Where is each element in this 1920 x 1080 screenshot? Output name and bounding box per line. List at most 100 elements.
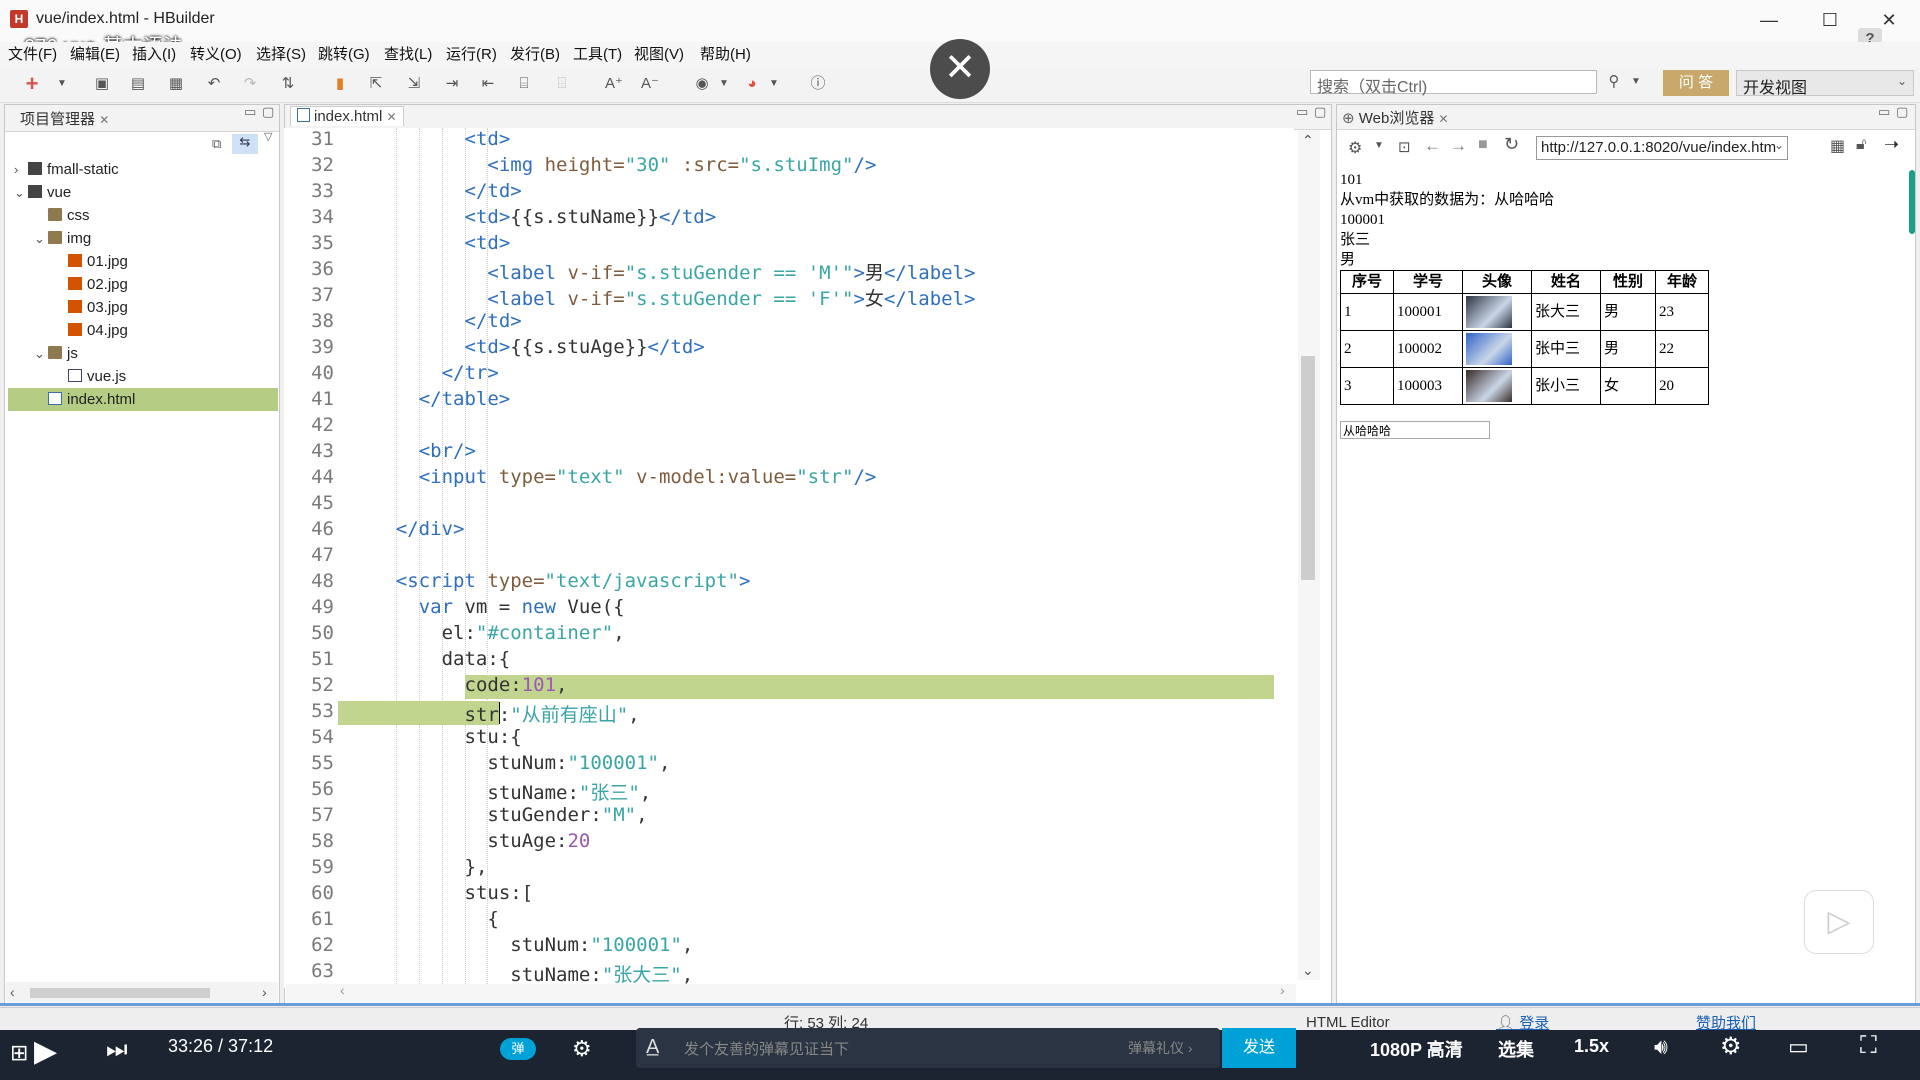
scroll-right-icon[interactable]: › <box>1280 982 1285 998</box>
chevron-down-icon[interactable]: ▼ <box>764 74 784 94</box>
indent-icon[interactable]: ⇥ <box>442 74 462 94</box>
tab-index-html[interactable]: index.html ✕ <box>290 106 404 126</box>
settings-icon[interactable]: ⚙ <box>1348 138 1362 158</box>
text-input[interactable]: 从哈哈哈 <box>1340 421 1490 439</box>
tree-item[interactable]: css <box>8 204 278 227</box>
collapse-all-icon[interactable]: ⧉ <box>212 136 221 152</box>
code-editor[interactable]: 31 <td> 32 <img height="30" :src="s.stuImg"… <box>284 128 1294 988</box>
scroll-thumb[interactable] <box>1301 356 1315 580</box>
panel-maximize-icon[interactable]: ▢ <box>1896 104 1908 120</box>
panel-minimize-icon[interactable]: ▭ <box>1296 104 1308 120</box>
panel-maximize-icon[interactable]: ▢ <box>262 104 274 120</box>
tree-item[interactable]: index.html <box>8 388 278 411</box>
close-tab-icon[interactable]: ✕ <box>99 113 109 127</box>
save-icon[interactable]: ▣ <box>92 74 112 94</box>
maximize-button[interactable]: ☐ <box>1817 8 1843 32</box>
tree-toggle-icon[interactable]: › <box>14 158 28 181</box>
scroll-down-icon[interactable]: ⌄ <box>1302 962 1314 979</box>
close-tab-icon[interactable]: ✕ <box>1439 112 1449 126</box>
import-icon[interactable]: ⇲ <box>404 74 424 94</box>
redo-icon[interactable]: ↷ <box>240 74 260 94</box>
menu-item[interactable]: 转义(O) <box>190 43 242 64</box>
refresh-icon[interactable]: ↻ <box>1504 134 1519 155</box>
menu-item[interactable]: 工具(T) <box>573 43 622 64</box>
go-icon[interactable]: ➝ <box>1884 134 1899 155</box>
picture-in-picture-icon[interactable]: ▭ <box>1788 1034 1809 1060</box>
view-select[interactable]: 开发视图 ⌄ <box>1736 70 1914 97</box>
menu-item[interactable]: 文件(F) <box>8 43 57 64</box>
tree-item[interactable]: › fmall-static <box>8 158 278 181</box>
danmaku-etiquette-link[interactable]: 弹幕礼仪 › <box>1128 1038 1193 1058</box>
panel-minimize-icon[interactable]: ▭ <box>244 104 256 120</box>
play-icon[interactable]: ▶ <box>34 1034 57 1069</box>
quality-button[interactable]: 1080P 高清 <box>1370 1036 1463 1062</box>
lock-icon[interactable]: 🔓︎ <box>1856 136 1866 154</box>
tree-toggle-icon[interactable]: ⌄ <box>34 227 48 250</box>
send-button[interactable]: 发送 <box>1222 1028 1296 1068</box>
search-input[interactable]: 搜索（双击Ctrl) <box>1310 70 1597 96</box>
menu-item[interactable]: 查找(L) <box>384 43 432 64</box>
export-icon[interactable]: ⇱ <box>366 74 386 94</box>
new-file-icon[interactable]: + <box>22 73 42 95</box>
menu-item[interactable]: 插入(I) <box>132 43 176 64</box>
tree-item[interactable]: 04.jpg <box>8 319 278 342</box>
chevron-down-icon[interactable]: ▼ <box>52 74 72 94</box>
browser-icon[interactable]: ◕ <box>742 74 762 94</box>
editor-horizontal-scrollbar[interactable] <box>286 984 1296 1002</box>
tree-item[interactable]: 01.jpg <box>8 250 278 273</box>
scroll-left-icon[interactable]: ‹ <box>340 982 345 998</box>
menu-item[interactable]: 编辑(E) <box>70 43 120 64</box>
episodes-button[interactable]: 选集 <box>1498 1036 1534 1062</box>
stop-icon[interactable]: ■ <box>1478 136 1488 154</box>
text-style-icon[interactable]: A̲ <box>646 1036 659 1059</box>
menu-item[interactable]: 视图(V) <box>634 43 684 64</box>
link-editor-icon[interactable]: ⇆ <box>232 134 258 154</box>
floating-play-icon[interactable]: ▷ <box>1804 890 1874 954</box>
tree-item[interactable]: ⌄ js <box>8 342 278 365</box>
minimize-button[interactable]: — <box>1756 8 1782 32</box>
save-copy-icon[interactable]: ▦ <box>166 74 186 94</box>
chevron-down-icon[interactable]: ▽ <box>264 130 272 143</box>
tree-item[interactable]: vue.js <box>8 365 278 388</box>
font-larger-icon[interactable]: A⁺ <box>604 74 624 94</box>
panel-minimize-icon[interactable]: ▭ <box>1878 104 1890 120</box>
comment-icon[interactable]: ⌸ <box>514 74 534 94</box>
save-all-icon[interactable]: ▤ <box>128 74 148 94</box>
qrcode-icon[interactable]: ▦ <box>1830 136 1845 156</box>
uncomment-icon[interactable]: ⌹ <box>552 74 572 94</box>
tab-web-browser[interactable]: ⊕ Web浏览器 ✕ <box>1342 107 1449 128</box>
outdent-icon[interactable]: ⇤ <box>478 74 498 94</box>
chevron-down-icon[interactable]: ▼ <box>1374 140 1384 151</box>
search-icon[interactable]: ⚲ <box>1604 72 1624 92</box>
menu-item[interactable]: 跳转(G) <box>318 43 370 64</box>
url-input[interactable]: http://127.0.0.1:8020/vue/index.htm <box>1536 136 1788 160</box>
video-progress-bar[interactable] <box>0 1003 1920 1006</box>
bookmark-icon[interactable]: ▮ <box>330 74 350 94</box>
scroll-thumb[interactable] <box>30 988 210 998</box>
menu-item[interactable]: 选择(S) <box>256 43 306 64</box>
danmaku-settings-icon[interactable]: ⚙ <box>572 1036 592 1062</box>
scroll-right-icon[interactable]: › <box>262 984 267 1000</box>
info-icon[interactable]: ⓘ <box>808 74 828 94</box>
overlay-close-button[interactable]: ✕ <box>930 39 990 99</box>
tree-toggle-icon[interactable]: ⌄ <box>34 342 48 365</box>
menu-item[interactable]: 发行(B) <box>510 43 560 64</box>
fullscreen-icon[interactable]: ⛶ <box>1860 1032 1877 1060</box>
back-icon[interactable]: ← <box>1424 136 1441 156</box>
scroll-left-icon[interactable]: ‹ <box>10 984 15 1000</box>
tree-item[interactable]: 03.jpg <box>8 296 278 319</box>
run-icon[interactable]: ◉ <box>692 74 712 94</box>
chevron-down-icon[interactable]: ▼ <box>1626 72 1646 92</box>
close-tab-icon[interactable]: ✕ <box>387 110 397 124</box>
speed-button[interactable]: 1.5x <box>1574 1036 1609 1057</box>
windows-start-icon[interactable]: ⊞ <box>10 1040 28 1066</box>
menu-item[interactable]: 帮助(H) <box>700 43 751 64</box>
format-icon[interactable]: ⇅ <box>278 74 298 94</box>
chevron-down-icon[interactable]: ⌄ <box>1774 138 1784 152</box>
volume-icon[interactable]: 🔊︎ <box>1654 1034 1668 1060</box>
danmaku-toggle[interactable]: 弹 <box>500 1038 536 1060</box>
menu-item[interactable]: 运行(R) <box>446 43 497 64</box>
tab-project-manager[interactable]: 项目管理器 ✕ <box>20 108 109 129</box>
next-icon[interactable]: ⏭ <box>106 1036 128 1064</box>
chevron-down-icon[interactable]: ▼ <box>714 74 734 94</box>
